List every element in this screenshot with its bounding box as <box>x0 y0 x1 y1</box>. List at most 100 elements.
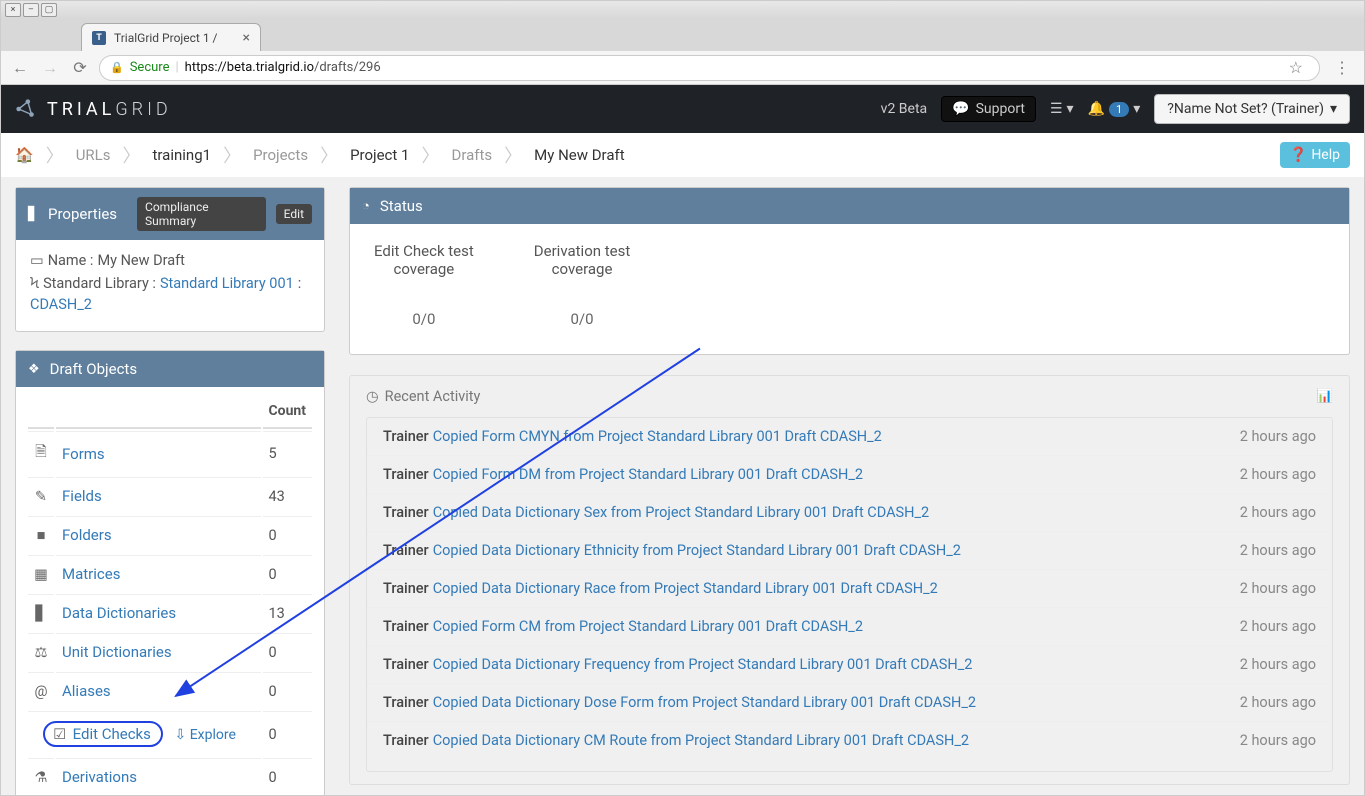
draft-object-link[interactable]: Derivations <box>62 768 137 786</box>
settings-dropdown[interactable]: ☰ ▾ <box>1050 101 1074 117</box>
status-header: ◔ Status <box>350 188 1349 224</box>
back-button[interactable]: ← <box>9 57 31 79</box>
breadcrumb-item[interactable]: Project 1 <box>350 146 409 164</box>
draft-object-row: ⚖ Unit Dictionaries 0 <box>28 633 312 670</box>
stdlib-version-link[interactable]: CDASH_2 <box>30 296 92 313</box>
compliance-summary-button[interactable]: Compliance Summary <box>137 197 266 231</box>
beta-label: v2 Beta <box>881 101 927 117</box>
activity-time: 2 hours ago <box>1240 466 1316 483</box>
breadcrumb-item[interactable]: Projects <box>253 146 308 164</box>
caret-down-icon: ▾ <box>1330 101 1337 117</box>
app-logo[interactable]: TRIALGRID <box>15 98 172 120</box>
notifications-dropdown[interactable]: 🔔 1 ▾ <box>1088 101 1141 117</box>
forward-button[interactable]: → <box>39 57 61 79</box>
stdlib-link[interactable]: Standard Library 001 <box>160 275 294 292</box>
activity-row: Trainer Copied Data Dictionary Frequency… <box>367 646 1332 684</box>
draft-object-count: 13 <box>263 594 313 631</box>
window-close-button[interactable]: × <box>5 3 21 17</box>
breadcrumb-home-icon[interactable]: 🏠 <box>15 146 34 164</box>
activity-user: Trainer <box>383 466 429 483</box>
activity-description-link[interactable]: Copied Form CMYN from Project Standard L… <box>433 428 1236 445</box>
activity-description-link[interactable]: Copied Data Dictionary Dose Form from Pr… <box>433 694 1236 711</box>
cubes-icon: ❖ <box>28 362 40 377</box>
browser-menu-icon[interactable]: ⋮ <box>1328 58 1356 77</box>
edit-icon: ✎ <box>35 488 47 505</box>
draft-objects-table: Count 🗎 Forms 5 ✎ Fields 43 ■ Folders 0 … <box>26 393 314 795</box>
flask-icon: ⚗ <box>35 769 48 786</box>
logo-text: TRIALGRID <box>47 99 172 120</box>
activity-user: Trainer <box>383 504 429 521</box>
browser-toolbar: ← → ⟳ 🔒 Secure | https://beta.trialgrid.… <box>1 51 1364 85</box>
chevron-right-icon: 〉 <box>46 142 64 168</box>
id-card-icon: ▭ <box>30 252 44 269</box>
browser-tab[interactable]: T TrialGrid Project 1 / × <box>81 23 261 51</box>
status-panel: ◔ Status Edit Check test coverage 0/0 De… <box>349 187 1350 355</box>
properties-header: ▋ Properties Compliance Summary Edit <box>16 188 324 240</box>
breadcrumb-item[interactable]: Drafts <box>451 146 492 164</box>
activity-chart-icon[interactable]: 📊 <box>1317 389 1333 404</box>
browser-tabstrip: T TrialGrid Project 1 / × <box>1 19 1364 51</box>
draft-object-row: ☑ Edit Checks ⇩ Explore 0 <box>28 711 312 756</box>
explore-link[interactable]: ⇩ Explore <box>175 727 236 743</box>
recent-activity-header: ◷ Recent Activity 📊 <box>366 388 1333 405</box>
draft-object-link[interactable]: Data Dictionaries <box>62 604 176 622</box>
draft-object-link[interactable]: Fields <box>62 487 102 505</box>
branch-icon: Ϟ <box>30 275 39 292</box>
help-button[interactable]: ❓ Help <box>1280 142 1350 168</box>
activity-time: 2 hours ago <box>1240 504 1316 521</box>
activity-description-link[interactable]: Copied Data Dictionary Sex from Project … <box>433 504 1236 521</box>
draft-object-link[interactable]: Matrices <box>62 565 120 583</box>
file-icon: 🗎 <box>35 443 47 460</box>
user-menu[interactable]: ?Name Not Set? (Trainer) ▾ <box>1154 94 1350 124</box>
activity-description-link[interactable]: Copied Data Dictionary Race from Project… <box>433 580 1236 597</box>
support-button[interactable]: 💬 Support <box>941 96 1036 122</box>
activity-user: Trainer <box>383 618 429 635</box>
draft-object-count: 0 <box>263 672 313 709</box>
tab-close-icon[interactable]: × <box>243 30 250 46</box>
breadcrumb-item[interactable]: training1 <box>152 146 211 164</box>
breadcrumb: 🏠 〉 URLs 〉 training1 〉 Projects 〉 Projec… <box>15 142 1280 168</box>
bookmark-star-icon[interactable]: ☆ <box>1283 58 1309 77</box>
address-bar[interactable]: 🔒 Secure | https://beta.trialgrid.io/dra… <box>99 55 1320 81</box>
window-minimize-button[interactable]: – <box>23 3 39 17</box>
chevron-right-icon: 〉 <box>421 142 439 168</box>
draft-object-link[interactable]: Edit Checks <box>73 725 151 743</box>
scale-icon: ⚖ <box>35 644 48 661</box>
draft-object-link[interactable]: Forms <box>62 445 105 463</box>
activity-user: Trainer <box>383 542 429 559</box>
draft-object-link[interactable]: Unit Dictionaries <box>62 643 172 661</box>
draft-object-count: 0 <box>263 555 313 592</box>
url-text: https://beta.trialgrid.io/drafts/296 <box>185 60 1277 75</box>
draft-object-count: 0 <box>263 758 313 795</box>
draft-object-count: 0 <box>263 711 313 756</box>
edit-check-coverage: Edit Check test coverage 0/0 <box>374 242 474 328</box>
draft-object-row: ⚗ Derivations 0 <box>28 758 312 795</box>
activity-description-link[interactable]: Copied Data Dictionary Frequency from Pr… <box>433 656 1236 673</box>
draft-object-link[interactable]: Aliases <box>62 682 111 700</box>
draft-object-row: ■ Folders 0 <box>28 516 312 553</box>
window-titlebar: × – ▢ <box>1 1 1364 19</box>
property-name-row: ▭ Name : My New Draft <box>30 252 310 269</box>
reload-button[interactable]: ⟳ <box>69 57 91 79</box>
activity-time: 2 hours ago <box>1240 542 1316 559</box>
breadcrumb-item[interactable]: URLs <box>76 146 111 164</box>
activity-time: 2 hours ago <box>1240 656 1316 673</box>
sliders-icon: ☰ <box>1050 101 1063 117</box>
question-icon: ❓ <box>1290 147 1307 163</box>
activity-description-link[interactable]: Copied Data Dictionary CM Route from Pro… <box>433 732 1236 749</box>
activity-description-link[interactable]: Copied Form CM from Project Standard Lib… <box>433 618 1236 635</box>
window-maximize-button[interactable]: ▢ <box>41 3 57 17</box>
activity-user: Trainer <box>383 656 429 673</box>
secure-label: Secure <box>130 60 170 75</box>
edit-button[interactable]: Edit <box>276 204 312 224</box>
notification-badge: 1 <box>1109 102 1129 117</box>
activity-description-link[interactable]: Copied Data Dictionary Ethnicity from Pr… <box>433 542 1236 559</box>
activity-description-link[interactable]: Copied Form DM from Project Standard Lib… <box>433 466 1236 483</box>
draft-object-link[interactable]: Folders <box>62 526 112 544</box>
draft-object-count: 43 <box>263 477 313 514</box>
activity-row: Trainer Copied Data Dictionary Dose Form… <box>367 684 1332 722</box>
activity-time: 2 hours ago <box>1240 580 1316 597</box>
breadcrumb-item-current: My New Draft <box>534 146 624 164</box>
book-icon: ▋ <box>35 605 46 622</box>
activity-list: Trainer Copied Form CMYN from Project St… <box>366 417 1333 772</box>
